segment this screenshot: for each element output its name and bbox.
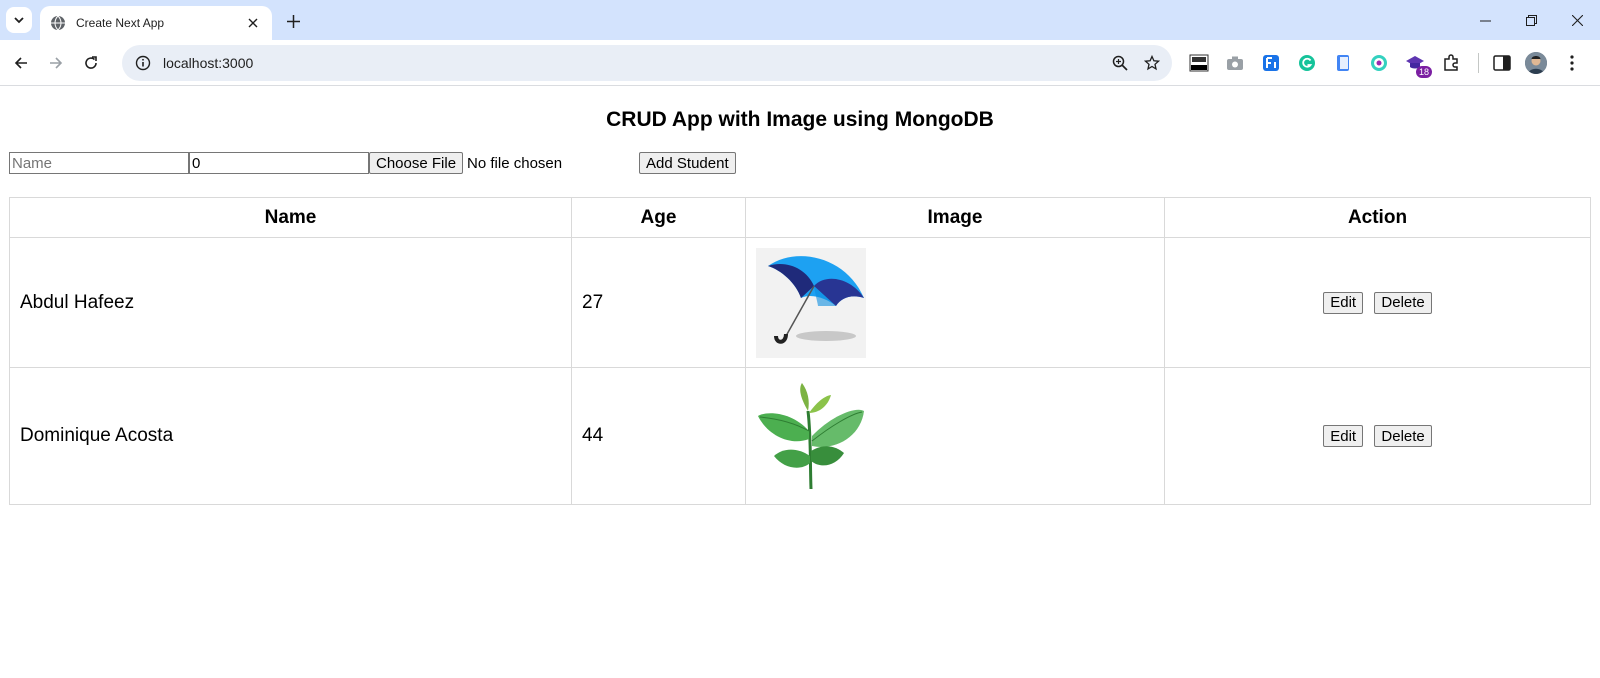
- url-text[interactable]: localhost:3000: [163, 55, 1108, 71]
- back-button[interactable]: [7, 49, 35, 77]
- graduation-extension-icon[interactable]: 18: [1402, 50, 1432, 78]
- arrow-left-icon: [14, 56, 27, 69]
- document-extension-icon[interactable]: [1330, 50, 1356, 76]
- chevron-down-icon: [14, 17, 24, 24]
- extensions-area: 18: [1186, 48, 1595, 78]
- tab-title: Create Next App: [76, 16, 165, 30]
- student-age-cell: 44: [571, 367, 746, 505]
- student-age-cell: 27: [571, 237, 746, 368]
- name-input[interactable]: [9, 152, 189, 174]
- column-header-age: Age: [571, 197, 746, 238]
- student-name-cell: Abdul Hafeez: [9, 237, 572, 368]
- close-icon: [1571, 14, 1583, 26]
- tab-search-button[interactable]: [6, 7, 32, 33]
- tab-close-button[interactable]: [244, 14, 262, 32]
- age-input[interactable]: [189, 152, 369, 174]
- extension-badge: 18: [1415, 66, 1432, 78]
- window-controls: [1462, 0, 1600, 40]
- table-row: Dominique Acosta 44 Edit Delete: [9, 367, 1591, 505]
- reload-icon: [85, 55, 97, 69]
- news-extension-icon[interactable]: [1186, 50, 1212, 76]
- arrow-right-icon: [50, 56, 63, 69]
- choose-file-button[interactable]: Choose File: [369, 152, 464, 174]
- action-cell: Edit Delete: [1164, 367, 1591, 505]
- action-cell: Edit Delete: [1164, 237, 1591, 368]
- address-bar[interactable]: localhost:3000: [122, 45, 1172, 81]
- column-header-image: Image: [745, 197, 1165, 238]
- fi-extension-icon[interactable]: [1258, 50, 1284, 76]
- zoom-icon[interactable]: [1108, 51, 1132, 75]
- minimize-icon: [1479, 20, 1491, 21]
- student-image-cell: [745, 367, 1165, 505]
- browser-tabstrip: Create Next App: [0, 0, 1600, 40]
- table-header-row: Name Age Image Action: [9, 197, 1591, 238]
- browser-toolbar: localhost:3000 18: [0, 40, 1600, 86]
- toolbar-divider: [1478, 53, 1479, 73]
- bookmark-star-icon[interactable]: [1140, 51, 1164, 75]
- page-content: CRUD App with Image using MongoDB Choose…: [0, 106, 1600, 505]
- column-header-name: Name: [9, 197, 572, 238]
- target-extension-icon[interactable]: [1366, 50, 1392, 76]
- plus-icon: [286, 14, 300, 28]
- profile-avatar[interactable]: [1525, 52, 1547, 74]
- table-row: Abdul Hafeez 27 Edit Delete: [9, 237, 1591, 368]
- add-student-form: Choose File No file chosen Add Student: [9, 151, 1591, 175]
- column-header-action: Action: [1164, 197, 1591, 238]
- tea-leaf-image: [756, 381, 866, 491]
- edit-button[interactable]: Edit: [1323, 291, 1364, 314]
- umbrella-image: [756, 247, 866, 358]
- delete-button[interactable]: Delete: [1374, 425, 1432, 448]
- forward-button[interactable]: [42, 49, 70, 77]
- reload-button[interactable]: [77, 49, 105, 77]
- page-title: CRUD App with Image using MongoDB: [606, 108, 994, 131]
- close-window-button[interactable]: [1554, 0, 1600, 40]
- camera-extension-icon[interactable]: [1222, 50, 1248, 76]
- restore-button[interactable]: [1508, 0, 1554, 40]
- students-table: Name Age Image Action Abdul Hafeez 27 Ed…: [9, 197, 1591, 505]
- globe-icon: [51, 15, 65, 31]
- new-tab-button[interactable]: [282, 10, 304, 32]
- browser-tab[interactable]: Create Next App: [40, 6, 272, 40]
- menu-kebab-icon[interactable]: [1559, 50, 1585, 76]
- file-status-text: No file chosen: [467, 154, 563, 172]
- puzzle-extensions-icon[interactable]: [1438, 50, 1464, 76]
- site-info-icon[interactable]: [133, 53, 153, 73]
- side-panel-icon[interactable]: [1489, 50, 1515, 76]
- close-icon: [248, 18, 258, 28]
- edit-button[interactable]: Edit: [1323, 425, 1364, 448]
- student-name-cell: Dominique Acosta: [9, 367, 572, 505]
- delete-button[interactable]: Delete: [1374, 291, 1432, 314]
- student-image-cell: [745, 237, 1165, 368]
- minimize-button[interactable]: [1462, 0, 1508, 40]
- add-student-button[interactable]: Add Student: [639, 152, 736, 174]
- restore-icon: [1525, 14, 1537, 26]
- grammarly-extension-icon[interactable]: [1294, 50, 1320, 76]
